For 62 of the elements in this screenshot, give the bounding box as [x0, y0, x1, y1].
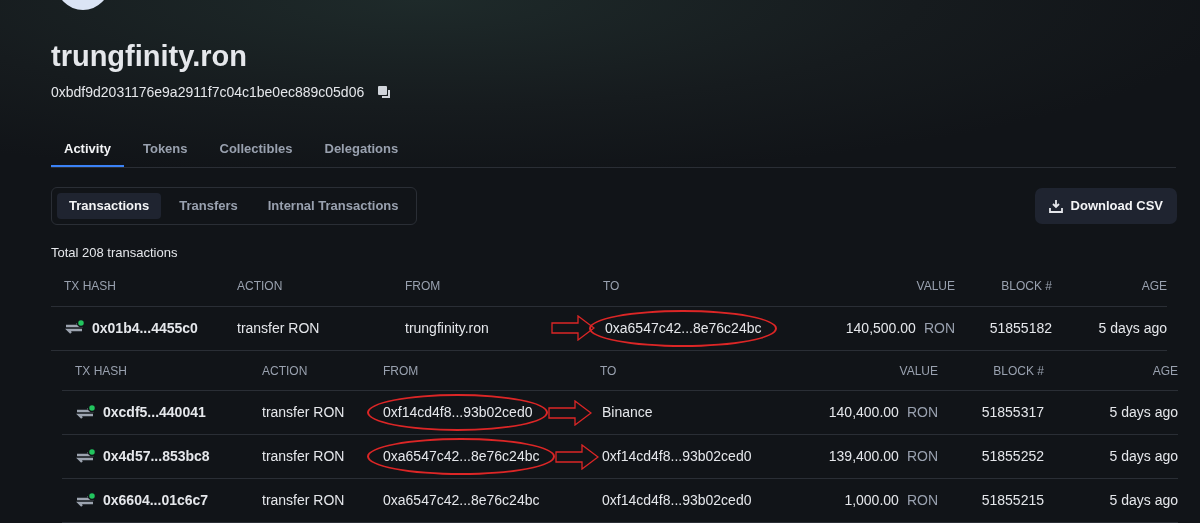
column-header: ACTION	[262, 362, 309, 380]
address-link[interactable]: 0xa6547c42...8e76c24bc	[383, 490, 540, 511]
tx-hash-link[interactable]: 0x4d57...853bc8	[103, 446, 210, 467]
column-header: VALUE	[898, 362, 938, 380]
address-link[interactable]: trungfinity.ron	[405, 317, 489, 339]
download-icon	[1048, 199, 1063, 213]
wallet-address: 0xbdf9d2031176e9a2911f7c04c1be0ec889c05d06	[51, 83, 365, 102]
annotation-arrow	[548, 399, 593, 426]
annotation-arrow	[555, 443, 600, 470]
value-amount: 140,500.00	[845, 318, 916, 338]
value-amount: 1,000.00	[844, 491, 899, 510]
tx-hash-link[interactable]: 0xcdf5...440041	[103, 402, 206, 423]
column-header: FROM	[383, 362, 420, 380]
column-header: AGE	[1151, 362, 1178, 380]
value-amount: 139,400.00	[828, 447, 899, 466]
tab[interactable]: Delegations	[311, 133, 412, 167]
value-unit: RON	[906, 447, 938, 466]
action-text: transfer RON	[262, 403, 346, 422]
tab[interactable]: Tokens	[129, 133, 201, 167]
annotation-arrow	[551, 315, 595, 341]
action-text: transfer RON	[262, 447, 346, 466]
column-header: TO	[603, 278, 621, 295]
address-link[interactable]: 0xa6547c42...8e76c24bc	[589, 309, 778, 347]
action-text: transfer RON	[237, 318, 321, 338]
age-text: 5 days ago	[1108, 491, 1178, 510]
address-link[interactable]: Binance	[602, 402, 653, 423]
tx-hash-link[interactable]: 0x6604...01c6c7	[103, 490, 209, 511]
column-header: BLOCK #	[1000, 278, 1052, 295]
block-number[interactable]: 51855252	[938, 446, 1044, 467]
profile-name: trungfinity.ron	[51, 39, 248, 74]
block-number[interactable]: 51855317	[938, 402, 1044, 423]
column-header: TX HASH	[75, 362, 128, 380]
copy-icon[interactable]	[378, 85, 393, 100]
age-text: 5 days ago	[1108, 447, 1178, 466]
action-text: transfer RON	[262, 491, 346, 510]
tx-hash-link[interactable]: 0x01b4...4455c0	[92, 317, 198, 339]
value-amount: 140,400.00	[828, 403, 899, 422]
column-header: VALUE	[915, 278, 955, 295]
address-link[interactable]: 0xf14cd4f8...93b02ced0	[602, 490, 752, 511]
address-link[interactable]: 0xf14cd4f8...93b02ced0	[602, 446, 752, 467]
value-unit: RON	[923, 318, 955, 338]
column-header: TO	[600, 362, 618, 380]
age-text: 5 days ago	[1097, 318, 1167, 338]
subtab[interactable]: Transfers	[167, 193, 250, 219]
address-link[interactable]: 0xf14cd4f8...93b02ced0	[367, 394, 549, 431]
column-header: ACTION	[237, 278, 284, 295]
tab[interactable]: Activity	[51, 133, 124, 167]
column-header: TX HASH	[64, 278, 117, 295]
column-header: BLOCK #	[992, 362, 1044, 380]
column-header: FROM	[405, 278, 442, 295]
download-csv-button[interactable]: Download CSV	[1034, 188, 1177, 224]
tab[interactable]: Collectibles	[206, 133, 306, 167]
block-number[interactable]: 51855215	[938, 490, 1044, 511]
column-header: AGE	[1140, 278, 1167, 295]
address-link[interactable]: 0xa6547c42...8e76c24bc	[367, 438, 556, 475]
block-number[interactable]: 51855182	[955, 317, 1052, 339]
value-unit: RON	[906, 403, 938, 422]
subtab[interactable]: Internal Transactions	[255, 193, 411, 219]
age-text: 5 days ago	[1108, 403, 1178, 422]
total-count: Total 208 transactions	[51, 244, 179, 262]
value-unit: RON	[906, 491, 938, 510]
subtab[interactable]: Transactions	[57, 193, 162, 219]
